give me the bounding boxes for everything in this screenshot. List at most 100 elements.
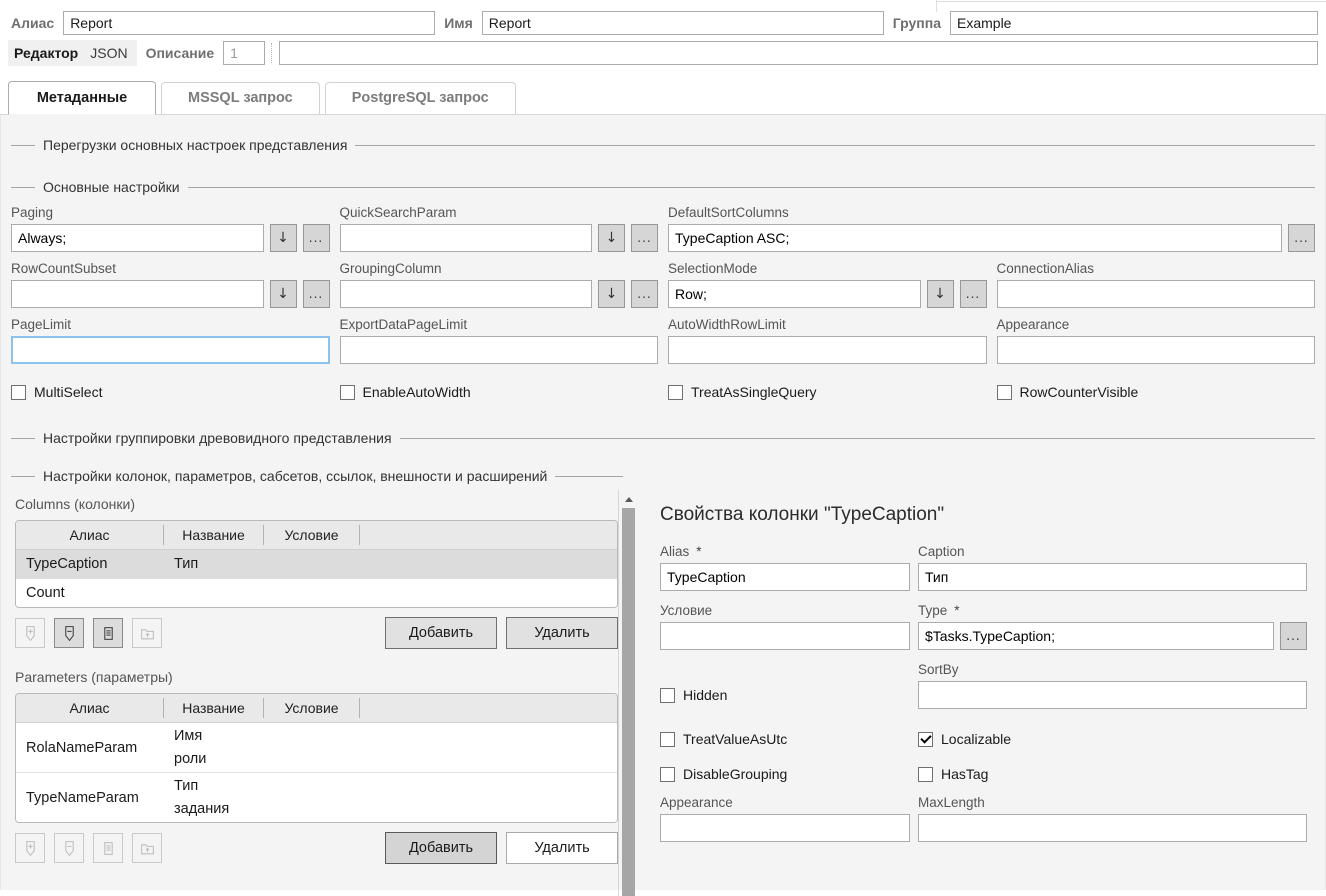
export-parameter-button[interactable] (132, 833, 162, 863)
paging-label: Paging (11, 205, 330, 220)
field-connectionalias: ConnectionAlias (997, 261, 1316, 308)
columns-table: Алиас Название Условие TypeCaption Тип C… (15, 520, 618, 608)
treatvalueasutc-label: TreatValueAsUtc (683, 731, 787, 747)
properties-scrollbar[interactable] (619, 490, 638, 896)
autowidthrowlimit-input[interactable] (668, 336, 987, 364)
columns-header-alias[interactable]: Алиас (16, 525, 164, 545)
disablegrouping-checkbox[interactable]: DisableGrouping (660, 766, 910, 782)
ellipsis-icon: ... (637, 288, 651, 300)
add-parameter-shield-button[interactable] (15, 833, 45, 863)
sortby-prop-input[interactable] (918, 681, 1307, 709)
rowcountsubset-ellipsis-button[interactable]: ... (303, 280, 330, 308)
type-prop-input[interactable] (918, 622, 1274, 650)
cell-alias: Count (16, 585, 164, 601)
export-column-button[interactable] (132, 618, 162, 648)
remove-column-shield-button[interactable] (54, 618, 84, 648)
scroll-up-arrow-icon[interactable] (625, 497, 633, 502)
defaultsortcolumns-label: DefaultSortColumns (668, 205, 1315, 220)
hastag-checkbox[interactable]: HasTag (918, 766, 1307, 782)
rowcountsubset-dropdown-button[interactable]: ↓ (270, 280, 297, 308)
connectionalias-input[interactable] (997, 280, 1316, 308)
defaultsortcolumns-input[interactable] (668, 224, 1282, 252)
treatassinglequery-checkbox[interactable]: TreatAsSingleQuery (668, 384, 987, 400)
description-input[interactable] (279, 41, 1318, 65)
alias-input[interactable] (63, 11, 435, 35)
parameters-remove-button[interactable]: Удалить (506, 832, 618, 864)
settings-grid-row-2: RowCountSubset ↓ ... GroupingColumn ↓ ..… (11, 261, 1315, 308)
field-selectionmode: SelectionMode ↓ ... (668, 261, 987, 308)
rowcountsubset-input[interactable] (11, 280, 264, 308)
remove-parameter-shield-button[interactable] (54, 833, 84, 863)
rowcountervisible-checkbox[interactable]: RowCounterVisible (997, 384, 1316, 400)
tab-postgresql-query[interactable]: PostgreSQL запрос (325, 82, 516, 114)
columns-row-count[interactable]: Count (16, 579, 617, 607)
autowidthrowlimit-label: AutoWidthRowLimit (668, 317, 987, 332)
name-input[interactable] (482, 11, 884, 35)
group-input[interactable] (950, 11, 1318, 35)
disablegrouping-label: DisableGrouping (683, 766, 787, 782)
copy-parameter-button[interactable] (93, 833, 123, 863)
cell-name: Тип задания (164, 775, 264, 820)
form-header: Алиас Имя Группа Редактор JSON Описание (0, 0, 1326, 66)
enableautowidth-checkbox[interactable]: EnableAutoWidth (340, 384, 659, 400)
pagelimit-input[interactable] (11, 336, 330, 364)
field-condition-prop: Условие (660, 603, 910, 650)
quicksearchparam-dropdown-button[interactable]: ↓ (598, 224, 625, 252)
localizable-checkbox[interactable]: Localizable (918, 731, 1307, 747)
settings-checkbox-row: MultiSelect EnableAutoWidth TreatAsSingl… (11, 384, 1315, 400)
rowcountervisible-label: RowCounterVisible (1020, 384, 1139, 400)
defaultsortcolumns-ellipsis-button[interactable]: ... (1288, 224, 1315, 252)
copy-column-button[interactable] (93, 618, 123, 648)
selectionmode-ellipsis-button[interactable]: ... (960, 280, 987, 308)
type-ellipsis-button[interactable]: ... (1280, 622, 1307, 650)
appearance-prop-input[interactable] (660, 814, 910, 842)
columns-header-name[interactable]: Название (164, 525, 264, 545)
groupingcolumn-label: GroupingColumn (340, 261, 659, 276)
groupingcolumn-ellipsis-button[interactable]: ... (631, 280, 658, 308)
condition-prop-input[interactable] (660, 622, 910, 650)
checkbox-box (918, 732, 933, 747)
treatvalueasutc-checkbox[interactable]: TreatValueAsUtc (660, 731, 910, 747)
groupingcolumn-dropdown-button[interactable]: ↓ (598, 280, 625, 308)
columns-remove-button[interactable]: Удалить (506, 617, 618, 649)
alias-prop-input[interactable] (660, 563, 910, 591)
columns-add-button[interactable]: Добавить (385, 617, 497, 649)
selectionmode-input[interactable] (668, 280, 921, 308)
columns-header-condition[interactable]: Условие (264, 525, 360, 545)
tab-metadata[interactable]: Метаданные (8, 81, 156, 115)
description-splitter[interactable] (271, 43, 273, 63)
parameters-table: Алиас Название Условие RolaNameParam Имя… (15, 693, 618, 823)
quicksearchparam-ellipsis-button[interactable]: ... (631, 224, 658, 252)
quicksearchparam-label: QuickSearchParam (340, 205, 659, 220)
multiselect-checkbox[interactable]: MultiSelect (11, 384, 330, 400)
maxlength-prop-input[interactable] (918, 814, 1307, 842)
parameters-header-condition[interactable]: Условие (264, 698, 360, 718)
quicksearchparam-input[interactable] (340, 224, 593, 252)
paging-ellipsis-button[interactable]: ... (303, 224, 330, 252)
rowcountsubset-label: RowCountSubset (11, 261, 330, 276)
hidden-checkbox[interactable]: Hidden (660, 687, 910, 703)
add-column-shield-button[interactable] (15, 618, 45, 648)
parameters-row-typenameparam[interactable]: TypeNameParam Тип задания (16, 773, 617, 822)
parameters-row-rolanameparam[interactable]: RolaNameParam Имя роли (16, 723, 617, 773)
caption-prop-input[interactable] (918, 563, 1307, 591)
scrollbar-thumb[interactable] (622, 508, 635, 896)
treatassinglequery-label: TreatAsSingleQuery (691, 384, 817, 400)
columns-row-typecaption[interactable]: TypeCaption Тип (16, 550, 617, 579)
checkbox-box (668, 385, 683, 400)
groupingcolumn-input[interactable] (340, 280, 593, 308)
parameters-header-alias[interactable]: Алиас (16, 698, 164, 718)
localizable-label: Localizable (941, 731, 1011, 747)
tab-mssql-query[interactable]: MSSQL запрос (161, 82, 320, 114)
field-autowidthrowlimit: AutoWidthRowLimit (668, 317, 987, 364)
parameters-header-name[interactable]: Название (164, 698, 264, 718)
paging-input[interactable] (11, 224, 264, 252)
description-number-input[interactable] (223, 41, 265, 65)
selectionmode-dropdown-button[interactable]: ↓ (927, 280, 954, 308)
exportdatapagelimit-input[interactable] (340, 336, 659, 364)
appearance-input[interactable] (997, 336, 1316, 364)
paging-dropdown-button[interactable]: ↓ (270, 224, 297, 252)
metadata-tab-panel: Перегрузки основных настроек представлен… (0, 114, 1326, 890)
parameters-add-button[interactable]: Добавить (385, 832, 497, 864)
arrow-down-icon: ↓ (277, 231, 289, 245)
